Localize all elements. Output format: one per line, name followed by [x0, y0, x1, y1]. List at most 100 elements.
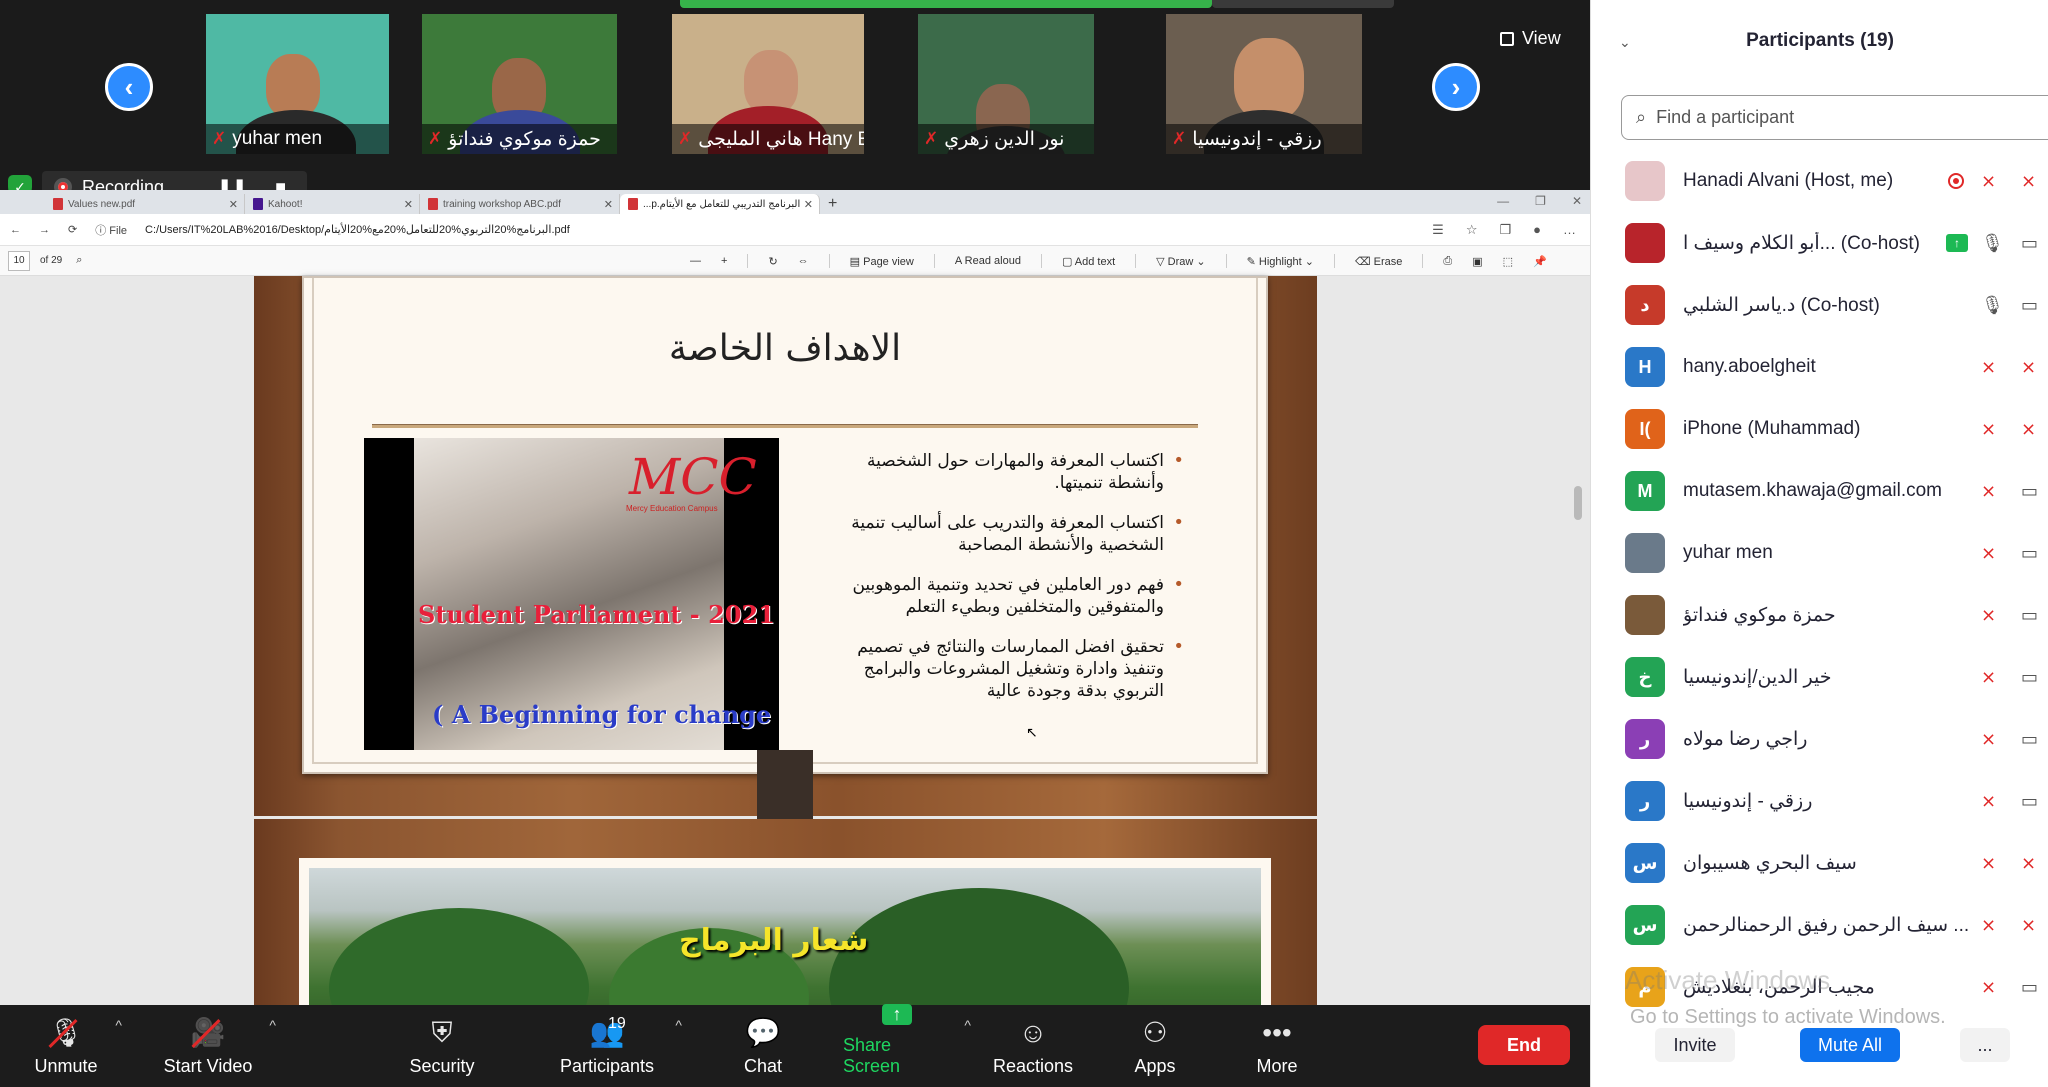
apps-button[interactable]: ⚇ Apps: [1132, 1013, 1178, 1083]
camera-icon[interactable]: ▭: [2021, 791, 2038, 812]
participants-button[interactable]: 👥 19 ^ Participants: [552, 1013, 682, 1083]
participant-row[interactable]: أبو الكلام وسيف ا... (Co-host) ↑ 🎙 ▭: [1591, 212, 2048, 274]
panel-more-button[interactable]: ...: [1960, 1028, 2010, 1062]
print-icon[interactable]: ⎙: [1443, 255, 1452, 268]
url-field[interactable]: C:/Users/IT%20LAB%2016/Desktop/البرنامج%…: [145, 223, 570, 236]
camera-icon[interactable]: ▭: [2021, 233, 2038, 254]
close-tab-icon[interactable]: ✕: [229, 198, 238, 211]
start-video-button[interactable]: 🎥 ^ Start Video: [160, 1013, 276, 1083]
camera-off-icon[interactable]: ⨯: [2021, 171, 2036, 192]
camera-icon[interactable]: ▭: [2021, 605, 2038, 626]
video-tile-0[interactable]: ✗ yuhar men: [206, 14, 389, 154]
browser-tab[interactable]: Kahoot! ✕: [245, 194, 420, 214]
chevron-up-icon[interactable]: ^: [964, 1017, 971, 1033]
unmute-button[interactable]: 🎙 ^ Unmute: [30, 1013, 122, 1083]
next-thumbnails-button[interactable]: ›: [1432, 63, 1480, 111]
browser-tab-active[interactable]: البرنامج التدريبي للتعامل مع الأيتام.p..…: [620, 194, 820, 214]
zoom-out-icon[interactable]: —: [690, 255, 701, 267]
favorite-icon[interactable]: ☆: [1466, 222, 1478, 238]
chat-button[interactable]: 💬 Chat: [740, 1013, 786, 1083]
invite-button[interactable]: Invite: [1655, 1028, 1735, 1062]
highlight-button[interactable]: ✎ Highlight ⌄: [1247, 255, 1314, 268]
video-tile-1[interactable]: ✗ حمزة موكوي فنداتؤ: [422, 14, 617, 154]
close-window-icon[interactable]: ✕: [1572, 194, 1582, 208]
microphone-muted-icon[interactable]: ⨯: [1981, 357, 1996, 378]
prev-thumbnails-button[interactable]: ‹: [105, 63, 153, 111]
read-aloud-button[interactable]: A Read aloud: [955, 255, 1021, 267]
page-number-input[interactable]: 10: [8, 250, 30, 271]
menu-icon[interactable]: …: [1563, 222, 1576, 238]
add-text-button[interactable]: ▢ Add text: [1062, 255, 1115, 268]
microphone-muted-icon[interactable]: ⨯: [1981, 729, 1996, 750]
participant-row[interactable]: خ خير الدين/إندونيسيا ⨯ ▭: [1591, 646, 2048, 708]
rotate-icon[interactable]: ↻: [768, 255, 777, 268]
reactions-button[interactable]: ☺ Reactions: [992, 1013, 1074, 1083]
camera-icon[interactable]: ▭: [2021, 977, 2038, 998]
microphone-muted-icon[interactable]: ⨯: [1981, 791, 1996, 812]
pin-icon[interactable]: 📌: [1533, 255, 1547, 268]
camera-icon[interactable]: ▭: [2021, 667, 2038, 688]
maximize-icon[interactable]: ❐: [1535, 194, 1546, 208]
minimize-icon[interactable]: —: [1497, 194, 1509, 208]
microphone-muted-icon[interactable]: ⨯: [1981, 419, 1996, 440]
read-mode-icon[interactable]: ☰: [1432, 222, 1444, 238]
sharing-indicator-bar[interactable]: [680, 0, 1212, 8]
save-as-icon[interactable]: ⬚: [1503, 255, 1513, 268]
microphone-muted-icon[interactable]: ⨯: [1981, 977, 1996, 998]
pdf-viewer[interactable]: الاهداف الخاصة MCC Mercy Education Campu…: [0, 276, 1590, 1005]
share-screen-button[interactable]: ↑ ^ Share Screen: [843, 1004, 971, 1083]
camera-icon[interactable]: ▭: [2021, 481, 2038, 502]
video-tile-3[interactable]: ✗ نور الدين زهري: [918, 14, 1094, 154]
chevron-up-icon[interactable]: ^: [269, 1017, 276, 1033]
microphone-icon[interactable]: 🎙: [1981, 233, 2004, 254]
forward-icon[interactable]: →: [39, 224, 50, 236]
browser-tab[interactable]: training workshop ABC.pdf ✕: [420, 194, 620, 214]
camera-off-icon[interactable]: ⨯: [2021, 915, 2036, 936]
camera-off-icon[interactable]: ⨯: [2021, 357, 2036, 378]
participant-row[interactable]: Hhany.aboelgheit ⨯ ⨯: [1591, 336, 2048, 398]
refresh-icon[interactable]: ⟳: [68, 223, 77, 236]
end-meeting-button[interactable]: End: [1478, 1025, 1570, 1065]
chevron-up-icon[interactable]: ^: [115, 1017, 122, 1033]
close-tab-icon[interactable]: ✕: [604, 198, 613, 211]
close-tab-icon[interactable]: ✕: [804, 198, 813, 211]
microphone-muted-icon[interactable]: ⨯: [1981, 481, 1996, 502]
view-button[interactable]: View: [1500, 28, 1561, 49]
zoom-in-icon[interactable]: +: [721, 255, 727, 267]
draw-button[interactable]: ▽ Draw ⌄: [1156, 255, 1205, 268]
participant-row[interactable]: I(iPhone (Muhammad) ⨯ ⨯: [1591, 398, 2048, 460]
pdf-scrollbar[interactable]: [1574, 486, 1582, 520]
microphone-muted-icon[interactable]: ⨯: [1981, 915, 1996, 936]
close-tab-icon[interactable]: ✕: [404, 198, 413, 211]
erase-button[interactable]: ⌫ Erase: [1355, 255, 1402, 268]
participant-row[interactable]: ر رزقي - إندونيسيا ⨯ ▭: [1591, 770, 2048, 832]
participant-row[interactable]: yuhar men ⨯ ▭: [1591, 522, 2048, 584]
profile-icon[interactable]: ●: [1533, 222, 1541, 238]
page-view-button[interactable]: ▤ Page view: [850, 255, 914, 268]
video-tile-2[interactable]: ✗ هاني المليجى Hany El...: [672, 14, 864, 154]
back-icon[interactable]: ←: [10, 224, 21, 236]
browser-tab[interactable]: Values new.pdf ✕: [45, 194, 245, 214]
microphone-muted-icon[interactable]: ⨯: [1981, 853, 1996, 874]
mute-all-button[interactable]: Mute All: [1800, 1028, 1900, 1062]
camera-off-icon[interactable]: ⨯: [2021, 419, 2036, 440]
info-icon[interactable]: ⓘ File: [95, 222, 127, 238]
new-tab-button[interactable]: +: [828, 194, 837, 214]
collections-icon[interactable]: ❒: [1499, 222, 1511, 238]
microphone-muted-icon[interactable]: ⨯: [1981, 667, 1996, 688]
participant-row[interactable]: حمزة موكوي فنداتؤ ⨯ ▭: [1591, 584, 2048, 646]
camera-icon[interactable]: ▭: [2021, 295, 2038, 316]
microphone-muted-icon[interactable]: ⨯: [1981, 543, 1996, 564]
search-icon[interactable]: ⌕: [76, 254, 82, 267]
video-tile-4[interactable]: ✗ رزقي - إندونيسيا: [1166, 14, 1362, 154]
participant-row[interactable]: س سيف الرحمن رفيق الرحمنالرحمن ... ⨯ ⨯: [1591, 894, 2048, 956]
chevron-up-icon[interactable]: ^: [675, 1017, 682, 1033]
security-button[interactable]: ⛨ Security: [405, 1013, 479, 1083]
microphone-icon[interactable]: 🎙: [1981, 295, 2004, 316]
participant-row[interactable]: س سيف البحري هسيبوان ⨯ ⨯: [1591, 832, 2048, 894]
camera-icon[interactable]: ▭: [2021, 543, 2038, 564]
participant-row[interactable]: Mmutasem.khawaja@gmail.com ⨯ ▭: [1591, 460, 2048, 522]
fit-page-icon[interactable]: ⇔: [798, 255, 809, 267]
microphone-muted-icon[interactable]: ⨯: [1981, 605, 1996, 626]
sharing-indicator-bar-end[interactable]: [1212, 0, 1394, 8]
